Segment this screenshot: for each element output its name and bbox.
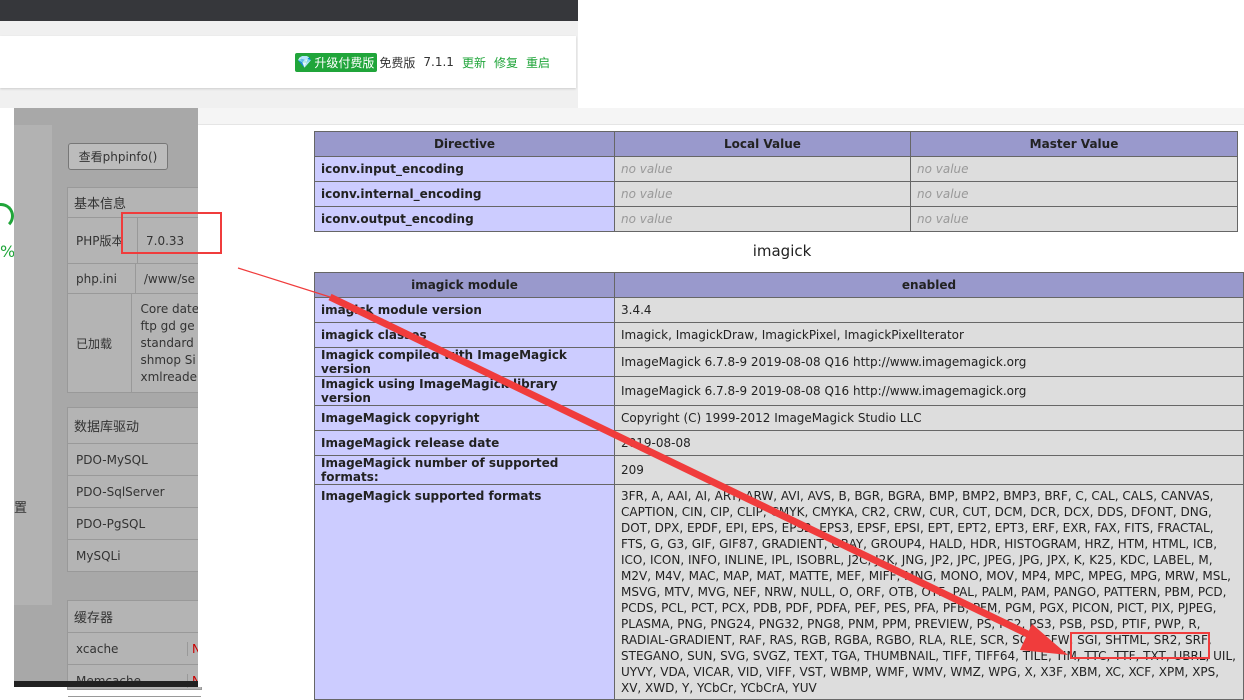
annotation-arrow-shaft: [328, 293, 1042, 644]
annotation-arrow-head: [1020, 624, 1068, 655]
annotation-arrow: [237, 267, 1068, 655]
annotation-thin-line: [237, 267, 331, 298]
